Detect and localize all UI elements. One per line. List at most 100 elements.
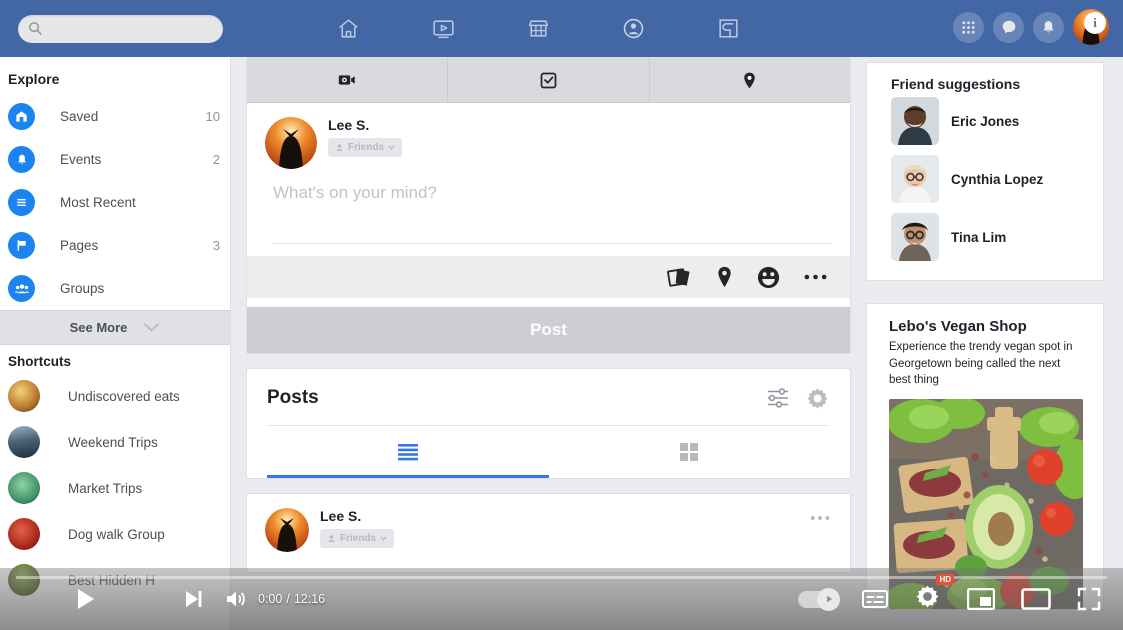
posts-section: Posts	[246, 368, 851, 479]
sidebar-item-events[interactable]: Events 2	[0, 138, 230, 181]
photos-icon[interactable]	[666, 265, 693, 290]
flag-icon	[8, 232, 35, 259]
account-avatar[interactable]: i	[1073, 9, 1109, 45]
home-icon	[339, 19, 358, 38]
top-bar-actions: i	[953, 9, 1109, 45]
gear-icon[interactable]	[805, 386, 830, 411]
messages-button[interactable]	[993, 11, 1024, 43]
video-next-button[interactable]	[182, 588, 204, 610]
posts-header: Posts	[267, 385, 830, 411]
post-button-label: Post	[530, 320, 567, 339]
sidebar-item-count: 2	[212, 152, 220, 167]
feed-post-privacy-label: Friends	[340, 533, 377, 544]
nav-watch[interactable]	[396, 7, 491, 51]
post-button[interactable]: Post	[247, 307, 850, 353]
friend-suggestion-item[interactable]: Eric Jones	[867, 92, 1103, 150]
right-sidebar: Friend suggestions Eric Jones Cynthia Lo…	[866, 62, 1104, 611]
shortcut-item[interactable]: Undiscovered eats	[0, 373, 230, 419]
autoplay-toggle-icon	[817, 587, 840, 611]
hd-badge: HD	[936, 574, 954, 585]
shortcut-item[interactable]: Market Trips	[0, 465, 230, 511]
autoplay-toggle[interactable]	[798, 587, 840, 611]
marketplace-icon	[528, 20, 549, 37]
shortcut-item[interactable]: Dog walk Group	[0, 511, 230, 557]
friend-avatar	[891, 213, 939, 261]
feed-post-avatar	[265, 508, 309, 552]
bell-icon	[8, 146, 35, 173]
composer-tab-check-in[interactable]	[650, 58, 850, 102]
next-track-icon	[186, 591, 202, 607]
notifications-button[interactable]	[1033, 11, 1064, 43]
sponsored-ad-card[interactable]: Lebo's Vegan Shop Experience the trendy …	[866, 303, 1104, 611]
search-box[interactable]	[18, 14, 223, 43]
see-more-button[interactable]: See More	[0, 310, 230, 345]
shortcut-thumbnail	[8, 380, 40, 412]
shortcuts-heading: Shortcuts	[8, 354, 72, 369]
ad-description: Experience the trendy vegan spot in Geor…	[889, 341, 1073, 387]
feed-post-author: Lee S.	[320, 508, 362, 524]
composer-tab-live-video[interactable]	[247, 58, 449, 102]
picture-in-picture-icon[interactable]	[967, 588, 995, 610]
sliders-icon[interactable]	[765, 385, 791, 411]
posts-view-list[interactable]	[267, 426, 549, 478]
composer-placeholder[interactable]: What's on your mind?	[265, 169, 832, 203]
sidebar-item-pages[interactable]: Pages 3	[0, 224, 230, 267]
sidebar-item-label: Saved	[60, 109, 99, 124]
fullscreen-icon[interactable]	[1077, 587, 1101, 611]
nav-home[interactable]	[301, 7, 396, 51]
people-icon	[8, 275, 35, 302]
privacy-selector[interactable]: Friends	[328, 138, 403, 157]
theater-mode-icon[interactable]	[1021, 588, 1051, 610]
composer-body: Lee S. Friends What's on your mind? Post	[247, 103, 850, 353]
checkbox-square-icon	[540, 72, 557, 88]
video-icon	[433, 20, 454, 39]
apps-grid-icon	[962, 20, 975, 34]
ad-title: Lebo's Vegan Shop	[889, 318, 1027, 335]
chevron-down-icon	[388, 145, 395, 150]
sidebar-item-saved[interactable]: Saved 10	[0, 95, 230, 138]
location-pin-icon[interactable]	[715, 265, 734, 290]
ellipsis-icon[interactable]	[803, 272, 828, 282]
subtitles-icon[interactable]	[862, 589, 888, 609]
composer-user: Lee S. Friends	[265, 117, 832, 169]
list-icon	[8, 189, 35, 216]
friend-suggestions-card: Friend suggestions Eric Jones Cynthia Lo…	[866, 62, 1104, 281]
nav-marketplace[interactable]	[491, 7, 586, 51]
video-volume-button[interactable]	[224, 588, 248, 610]
friend-name: Tina Lim	[951, 229, 1007, 245]
sidebar-item-label: Events	[60, 152, 102, 167]
feed-post-privacy[interactable]: Friends	[320, 529, 395, 548]
sidebar-item-count: 10	[205, 109, 220, 124]
posts-view-grid[interactable]	[549, 426, 831, 478]
feed-post-header: Lee S. Friends	[265, 508, 832, 552]
sidebar-item-count: 3	[212, 238, 220, 253]
emoji-icon[interactable]	[756, 265, 781, 290]
friend-suggestion-item[interactable]: Tina Lim	[867, 208, 1103, 266]
post-composer: Lee S. Friends What's on your mind? Post	[246, 57, 851, 354]
sidebar-item-most-recent[interactable]: Most Recent	[0, 181, 230, 224]
video-play-button[interactable]	[72, 586, 98, 612]
friend-suggestion-item[interactable]: Cynthia Lopez	[867, 150, 1103, 208]
main-content: Lee S. Friends What's on your mind? Post…	[246, 57, 851, 573]
sidebar-item-groups[interactable]: Groups	[0, 267, 230, 310]
composer-tab-life-event[interactable]	[448, 58, 650, 102]
video-settings-button[interactable]: HD	[914, 574, 954, 615]
shortcut-item[interactable]: Weekend Trips	[0, 419, 230, 465]
nav-profile[interactable]	[586, 7, 681, 51]
chevron-down-icon	[144, 323, 160, 332]
primary-nav	[301, 7, 776, 51]
video-time-separator: /	[286, 592, 290, 606]
video-right-controls: HD	[798, 574, 1123, 615]
explore-heading: Explore	[8, 71, 60, 87]
nav-groups[interactable]	[681, 7, 776, 51]
shortcut-label: Dog walk Group	[68, 526, 165, 542]
sidebar-item-label: Groups	[60, 281, 105, 296]
shortcut-label: Market Trips	[68, 480, 143, 496]
video-time-display: 0:00 / 12:16	[258, 592, 325, 606]
friend-name: Cynthia Lopez	[951, 171, 1044, 187]
search-input[interactable]	[49, 21, 209, 36]
apps-button[interactable]	[953, 11, 984, 43]
groups-icon	[719, 19, 738, 38]
feed-post-menu[interactable]	[810, 514, 832, 522]
gear-icon	[916, 585, 939, 608]
